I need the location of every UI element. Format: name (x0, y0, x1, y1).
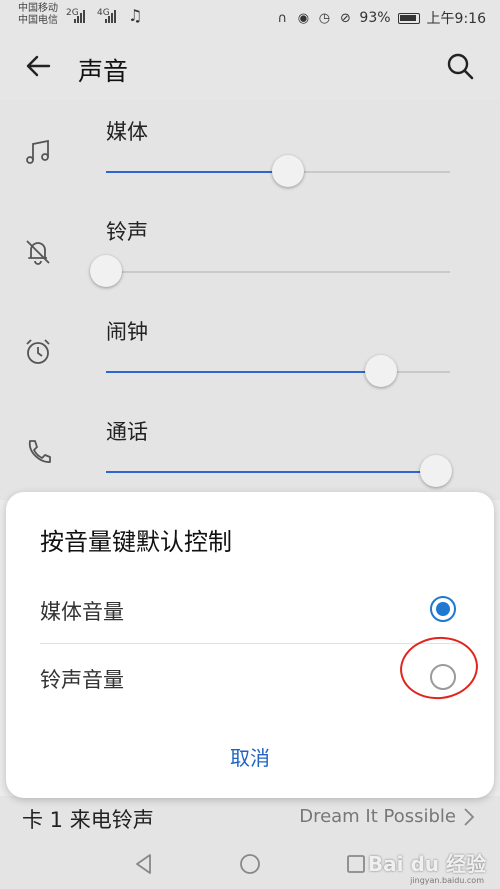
option-media-volume[interactable]: 媒体音量 (40, 582, 462, 642)
volume-label-ringtone: 铃声 (106, 220, 148, 244)
chevron-right-icon (464, 808, 475, 826)
sim1-ringtone-row[interactable]: 卡 1 来电铃声 Dream It Possible (0, 796, 500, 840)
option-label: 铃声音量 (40, 668, 124, 692)
ringtone-row-value: Dream It Possible (299, 806, 456, 827)
nav-back-icon[interactable] (132, 852, 156, 876)
volume-label-media: 媒体 (106, 120, 148, 144)
volume-label-call: 通话 (106, 420, 148, 444)
system-nav-bar: Bai du 经验 jingyan.baidu.com (0, 840, 500, 889)
slider-fill (106, 471, 437, 473)
slider-thumb[interactable] (365, 355, 398, 387)
ringtone-volume-slider[interactable] (90, 255, 450, 287)
media-volume-slider[interactable] (106, 155, 450, 187)
clock: 上午9:16 (426, 11, 486, 27)
alarm-volume-slider[interactable] (106, 355, 450, 387)
watermark-logo: Bai du 经验 (367, 852, 486, 876)
ringtone-row-label: 卡 1 来电铃声 (22, 808, 154, 832)
alarm-status-icon: ◷ (318, 10, 331, 26)
call-volume-slider[interactable] (106, 455, 453, 487)
bell-off-icon (26, 240, 50, 265)
app-bar: 声音 (0, 36, 500, 100)
music-notification-icon: ♫ (128, 6, 143, 25)
carrier-labels: 中国移动 中国电信 (18, 3, 58, 27)
volume-row-ringtone: 铃声 (0, 200, 500, 300)
slider-thumb[interactable] (90, 255, 122, 287)
volume-label-alarm: 闹钟 (106, 320, 148, 344)
volume-key-dialog: 按音量键默认控制 媒体音量 铃声音量 取消 (6, 492, 494, 798)
status-bar: 中国移动 中国电信 2G 4G ♫ ∩ ◉ ◷ ⊘ 93% 上午9:16 (0, 0, 500, 36)
carrier-1: 中国移动 (18, 3, 58, 14)
cancel-button[interactable]: 取消 (6, 742, 494, 771)
signal-icon-2 (105, 9, 116, 23)
option-divider (40, 643, 462, 644)
option-ringtone-volume[interactable]: 铃声音量 (40, 650, 462, 710)
slider-fill (106, 171, 289, 173)
battery-icon (397, 12, 420, 24)
alarm-clock-icon (26, 339, 50, 364)
headset-icon: ∩ (277, 10, 288, 26)
nav-home-icon[interactable] (238, 852, 262, 876)
signal-icon-1 (74, 9, 85, 23)
search-icon[interactable] (444, 50, 476, 82)
page-title: 声音 (78, 57, 129, 86)
battery-percent: 93% (359, 10, 391, 26)
nav-recent-icon[interactable] (344, 852, 368, 876)
volume-row-call: 通话 (0, 400, 500, 500)
music-note-icon (26, 139, 49, 164)
slider-thumb[interactable] (420, 455, 453, 487)
mute-icon: ⊘ (339, 10, 351, 26)
volume-settings: 媒体 铃声 闹钟 通话 (0, 100, 500, 500)
phone-icon (28, 440, 51, 463)
radio-button-selected[interactable] (430, 596, 456, 622)
status-right: ∩ ◉ ◷ ⊘ 93% 上午9:16 (275, 8, 486, 28)
volume-row-alarm: 闹钟 (0, 300, 500, 400)
volume-row-media: 媒体 (0, 100, 500, 200)
watermark-url: jingyan.baidu.com (410, 876, 484, 885)
back-arrow-icon[interactable] (22, 50, 54, 82)
dialog-title: 按音量键默认控制 (40, 528, 232, 556)
option-label: 媒体音量 (40, 600, 124, 624)
slider-fill (106, 371, 382, 373)
slider-thumb[interactable] (272, 155, 305, 187)
carrier-2: 中国电信 (18, 15, 58, 26)
eye-icon: ◉ (297, 10, 310, 26)
